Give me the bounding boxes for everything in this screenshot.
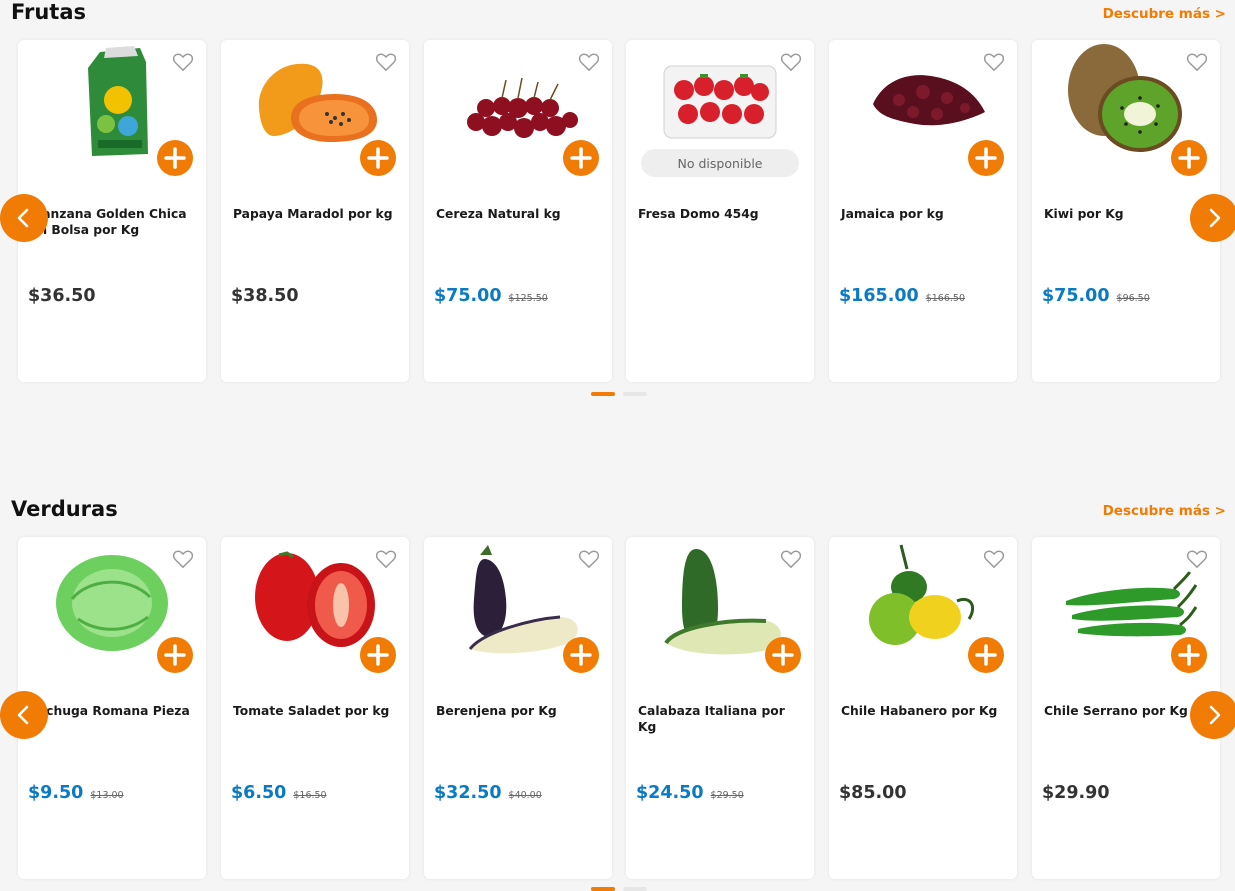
add-to-cart-button[interactable] xyxy=(563,637,599,673)
product-price: $75.00 xyxy=(1042,286,1110,306)
chevron-left-icon xyxy=(17,705,29,725)
original-price: $13.00 xyxy=(90,790,124,801)
carousel-pagination xyxy=(591,887,647,891)
price-block: $75.00 $96.50 xyxy=(1042,286,1150,306)
product-card[interactable]: Calabaza Italiana por Kg $24.50 $29.50 xyxy=(626,537,814,879)
product-card[interactable]: Tomate Saladet por kg $6.50 $16.50 xyxy=(221,537,409,879)
product-price: $165.00 xyxy=(839,286,919,306)
add-to-cart-button[interactable] xyxy=(157,140,193,176)
heart-icon[interactable] xyxy=(168,544,198,574)
original-price: $16.50 xyxy=(293,790,327,801)
heart-icon[interactable] xyxy=(168,47,198,77)
add-to-cart-button[interactable] xyxy=(1171,140,1207,176)
product-card[interactable]: Berenjena por Kg $32.50 $40.00 xyxy=(424,537,612,879)
heart-icon[interactable] xyxy=(371,544,401,574)
original-price: $166.50 xyxy=(925,293,966,304)
product-name: Cereza Natural kg xyxy=(436,207,561,221)
heart-icon[interactable] xyxy=(979,544,1009,574)
section-title: Frutas xyxy=(11,0,87,24)
carousel-prev-button[interactable] xyxy=(0,691,48,739)
product-name: Chile Habanero por Kg xyxy=(841,704,998,718)
heart-icon[interactable] xyxy=(574,544,604,574)
pagination-dot[interactable] xyxy=(623,887,647,891)
price-block: $75.00 $125.50 xyxy=(434,286,548,306)
chevron-right-icon xyxy=(1209,705,1221,725)
product-price: $29.90 xyxy=(1042,783,1110,803)
product-price: $36.50 xyxy=(28,286,96,306)
original-price: $96.50 xyxy=(1116,293,1150,304)
heart-icon[interactable] xyxy=(776,544,806,574)
price-block: $38.50 xyxy=(231,286,299,306)
product-price: $32.50 xyxy=(434,783,502,803)
product-name: Tomate Saladet por kg xyxy=(233,704,390,718)
original-price: $29.50 xyxy=(710,790,744,801)
product-name: Jamaica por kg xyxy=(841,207,944,221)
product-price: $24.50 xyxy=(636,783,704,803)
add-to-cart-button[interactable] xyxy=(157,637,193,673)
price-block: $32.50 $40.00 xyxy=(434,783,542,803)
original-price: $125.50 xyxy=(508,293,548,304)
original-price: $40.00 xyxy=(508,790,542,801)
chevron-right-icon xyxy=(1209,208,1221,228)
add-to-cart-button[interactable] xyxy=(968,140,1004,176)
heart-icon[interactable] xyxy=(776,47,806,77)
product-name: Manzana Golden Chica en Bolsa por Kg xyxy=(30,207,187,237)
product-name: Lechuga Romana Pieza xyxy=(30,704,190,718)
price-block: $6.50 $16.50 xyxy=(231,783,327,803)
carousel-next-button[interactable] xyxy=(1190,194,1235,242)
product-card[interactable]: Chile Habanero por Kg $85.00 xyxy=(829,537,1017,879)
pagination-dot[interactable] xyxy=(591,887,615,891)
product-card[interactable]: Cereza Natural kg $75.00 $125.50 xyxy=(424,40,612,382)
add-to-cart-button[interactable] xyxy=(968,637,1004,673)
price-block: $29.90 xyxy=(1042,783,1110,803)
add-to-cart-button[interactable] xyxy=(1171,637,1207,673)
section-title: Verduras xyxy=(11,497,118,521)
chevron-left-icon xyxy=(17,208,29,228)
price-block: $85.00 xyxy=(839,783,907,803)
pagination-dot[interactable] xyxy=(591,392,615,396)
unavailable-badge: No disponible xyxy=(641,149,799,177)
heart-icon[interactable] xyxy=(371,47,401,77)
product-price: $75.00 xyxy=(434,286,502,306)
heart-icon[interactable] xyxy=(979,47,1009,77)
carousel-next-button[interactable] xyxy=(1190,691,1235,739)
product-price: $85.00 xyxy=(839,783,907,803)
product-card[interactable]: No disponible Fresa Domo 454g xyxy=(626,40,814,382)
product-name: Kiwi por Kg xyxy=(1044,207,1124,221)
add-to-cart-button[interactable] xyxy=(563,140,599,176)
product-card[interactable]: Papaya Maradol por kg $38.50 xyxy=(221,40,409,382)
heart-icon[interactable] xyxy=(1182,544,1212,574)
carousel-pagination xyxy=(591,392,647,396)
price-block: $165.00 $166.50 xyxy=(839,286,965,306)
pagination-dot[interactable] xyxy=(623,392,647,396)
product-price: $6.50 xyxy=(231,783,287,803)
product-name: Chile Serrano por Kg xyxy=(1044,704,1188,718)
price-block: $9.50 $13.00 xyxy=(28,783,124,803)
heart-icon[interactable] xyxy=(574,47,604,77)
price-block: $36.50 xyxy=(28,286,96,306)
descubre-mas-link[interactable]: Descubre más > xyxy=(1103,503,1226,519)
add-to-cart-button[interactable] xyxy=(360,637,396,673)
product-price: $9.50 xyxy=(28,783,84,803)
carousel-prev-button[interactable] xyxy=(0,194,48,242)
product-price: $38.50 xyxy=(231,286,299,306)
product-name: Calabaza Italiana por Kg xyxy=(638,704,785,734)
price-block: $24.50 $29.50 xyxy=(636,783,744,803)
heart-icon[interactable] xyxy=(1182,47,1212,77)
descubre-mas-link[interactable]: Descubre más > xyxy=(1103,6,1226,22)
product-name: Papaya Maradol por kg xyxy=(233,207,393,221)
product-name: Fresa Domo 454g xyxy=(638,207,759,221)
add-to-cart-button[interactable] xyxy=(765,637,801,673)
add-to-cart-button[interactable] xyxy=(360,140,396,176)
product-name: Berenjena por Kg xyxy=(436,704,557,718)
product-card[interactable]: Jamaica por kg $165.00 $166.50 xyxy=(829,40,1017,382)
